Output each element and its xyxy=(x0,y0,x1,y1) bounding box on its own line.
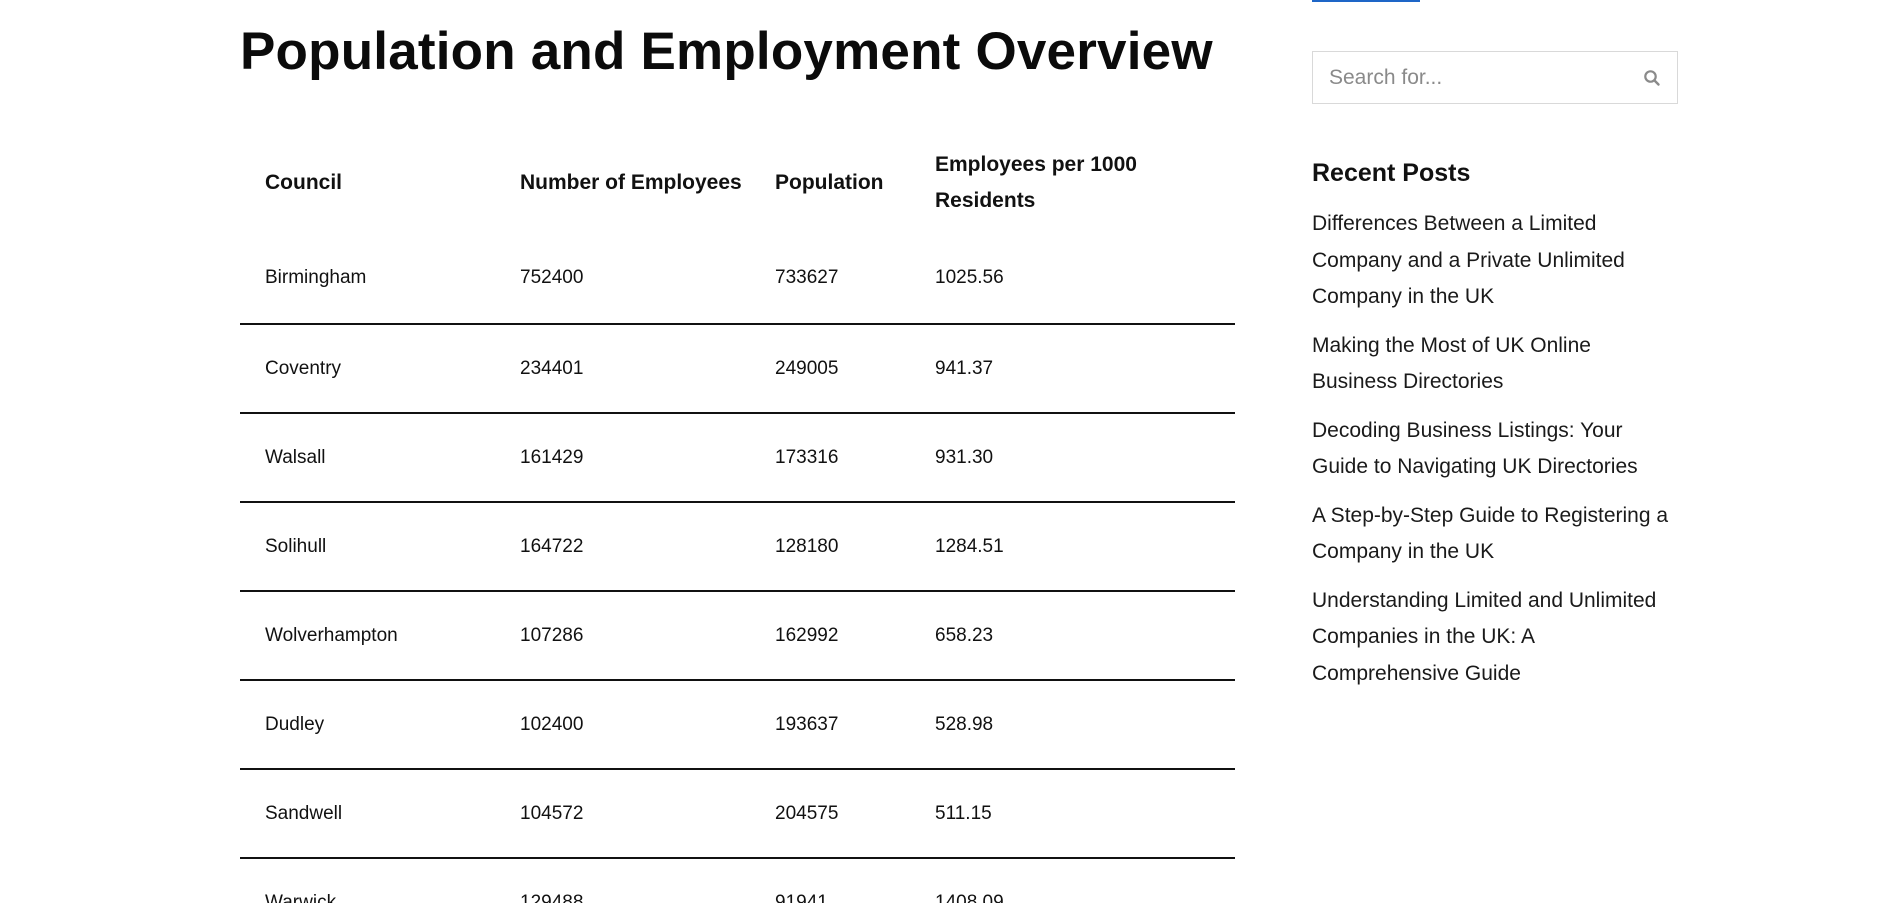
recent-post-link[interactable]: Understanding Limited and Unlimited Comp… xyxy=(1312,583,1680,693)
cell-ratio: 658.23 xyxy=(935,624,994,646)
table-row: Dudley 102400 193637 528.98 xyxy=(240,680,1235,769)
table-row: Wolverhampton 107286 162992 658.23 xyxy=(240,591,1235,680)
cell-employees: 752400 xyxy=(520,267,584,288)
recent-post-link[interactable]: Making the Most of UK Online Business Di… xyxy=(1312,328,1680,401)
cell-ratio: 511.15 xyxy=(935,802,992,824)
recent-posts-title: Recent Posts xyxy=(1312,159,1471,187)
list-item: Making the Most of UK Online Business Di… xyxy=(1312,328,1680,401)
recent-post-link[interactable]: Decoding Business Listings: Your Guide t… xyxy=(1312,413,1680,486)
page-title: Population and Employment Overview xyxy=(240,22,1213,81)
cell-ratio: 1408.09 xyxy=(935,891,1004,903)
cell-council: Walsall xyxy=(265,446,326,468)
cell-population: 733627 xyxy=(775,267,839,288)
table-header-row: Council Number of Employees Population E… xyxy=(240,140,1235,225)
cell-employees: 129488 xyxy=(520,891,584,903)
cell-council: Birmingham xyxy=(265,267,367,288)
cell-employees: 234401 xyxy=(520,357,584,379)
cell-employees: 107286 xyxy=(520,624,584,646)
population-employment-table: Council Number of Employees Population E… xyxy=(240,140,1235,903)
cell-council: Solihull xyxy=(265,535,327,557)
search-box xyxy=(1312,51,1678,104)
cell-employees: 102400 xyxy=(520,713,584,735)
list-item: Decoding Business Listings: Your Guide t… xyxy=(1312,413,1680,486)
list-item: Differences Between a Limited Company an… xyxy=(1312,206,1680,316)
list-item: Understanding Limited and Unlimited Comp… xyxy=(1312,583,1680,693)
list-item: A Step-by-Step Guide to Registering a Co… xyxy=(1312,498,1680,571)
cell-council: Wolverhampton xyxy=(265,624,398,646)
cell-ratio: 528.98 xyxy=(935,713,994,735)
cell-employees: 161429 xyxy=(520,446,584,468)
cell-employees: 104572 xyxy=(520,802,584,824)
cell-council: Dudley xyxy=(265,713,325,735)
table-row: Coventry 234401 249005 941.37 xyxy=(240,324,1235,413)
cell-ratio: 1025.56 xyxy=(935,267,1004,288)
search-input[interactable] xyxy=(1313,52,1627,103)
header-employees-per-1000: Employees per 1000 Residents xyxy=(935,152,1137,212)
table-row: Solihull 164722 128180 1284.51 xyxy=(240,502,1235,591)
cell-ratio: 1284.51 xyxy=(935,535,1004,557)
cell-population: 173316 xyxy=(775,446,839,468)
table-row: Warwick 129488 91941 1408.09 xyxy=(240,858,1235,903)
recent-post-link[interactable]: Differences Between a Limited Company an… xyxy=(1312,206,1680,316)
cell-population: 91941 xyxy=(775,891,828,903)
recent-posts-list: Differences Between a Limited Company an… xyxy=(1312,206,1680,704)
cell-ratio: 941.37 xyxy=(935,357,994,379)
main-content: Population and Employment Overview Counc… xyxy=(240,0,1235,903)
cell-population: 193637 xyxy=(775,713,839,735)
cell-population: 128180 xyxy=(775,535,839,557)
table-row: Sandwell 104572 204575 511.15 xyxy=(240,769,1235,858)
table-row: Walsall 161429 173316 931.30 xyxy=(240,413,1235,502)
page: Population and Employment Overview Counc… xyxy=(0,0,1900,903)
header-council: Council xyxy=(265,170,342,194)
search-icon[interactable] xyxy=(1627,52,1677,103)
cell-ratio: 931.30 xyxy=(935,446,994,468)
cell-population: 162992 xyxy=(775,624,839,646)
cell-council: Warwick xyxy=(265,891,337,903)
top-accent-bar xyxy=(1312,0,1420,2)
cell-council: Coventry xyxy=(265,357,342,379)
cell-council: Sandwell xyxy=(265,802,343,824)
cell-employees: 164722 xyxy=(520,535,584,557)
header-population: Population xyxy=(775,170,884,194)
cell-population: 249005 xyxy=(775,357,839,379)
table-row: Birmingham 752400 733627 1025.56 xyxy=(240,225,1235,324)
header-number-of-employees: Number of Employees xyxy=(520,170,742,194)
recent-post-link[interactable]: A Step-by-Step Guide to Registering a Co… xyxy=(1312,498,1680,571)
cell-population: 204575 xyxy=(775,802,839,824)
